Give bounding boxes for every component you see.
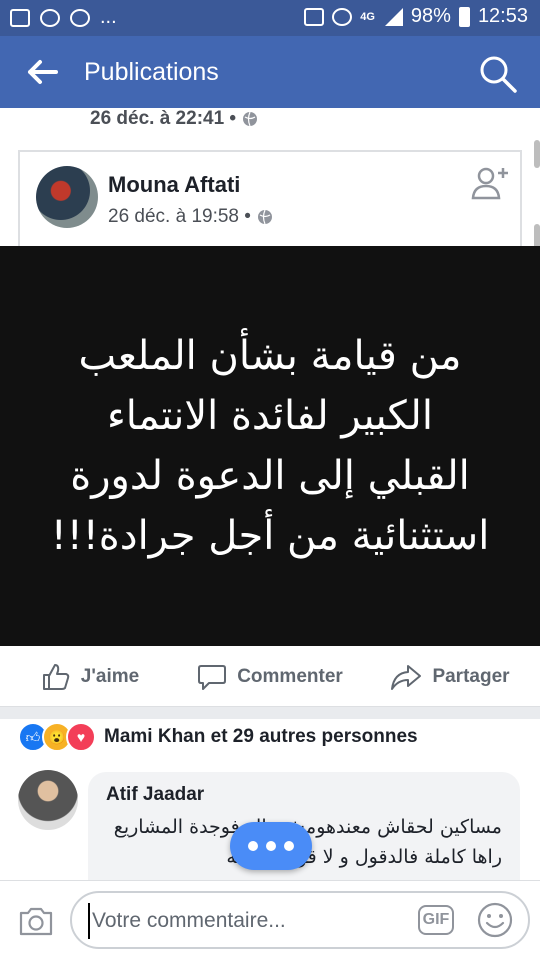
globe-icon bbox=[243, 111, 258, 127]
gif-button[interactable]: GIF bbox=[418, 905, 454, 935]
app-bar: Publications bbox=[0, 36, 540, 108]
add-friend-icon[interactable] bbox=[470, 164, 510, 204]
clock-time: 12:53 bbox=[477, 5, 528, 27]
signal-icon bbox=[383, 7, 403, 26]
camera-icon[interactable] bbox=[18, 905, 54, 937]
like-label: J'aime bbox=[80, 666, 140, 687]
author-avatar[interactable] bbox=[36, 166, 98, 228]
share-button[interactable]: Partager bbox=[360, 648, 540, 706]
previous-post-date-text: 26 déc. à 22:41 • bbox=[90, 108, 237, 129]
emoji-icon[interactable] bbox=[476, 901, 514, 939]
post-image[interactable]: من قيامة بشأن الملعب الكبير لفائدة الانت… bbox=[0, 246, 540, 646]
back-arrow-icon[interactable] bbox=[26, 58, 58, 86]
share-label: Partager bbox=[432, 666, 510, 687]
reaction-icons[interactable]: 👍︎ 😮 ♥ bbox=[18, 722, 96, 752]
section-divider bbox=[0, 707, 540, 719]
dot bbox=[284, 841, 294, 851]
globe-icon bbox=[257, 209, 272, 225]
comment-icon bbox=[198, 665, 227, 690]
sync-icon bbox=[70, 8, 90, 27]
network-type: 4G bbox=[360, 10, 375, 23]
comment-composer: GIF bbox=[0, 880, 540, 961]
scroll-indicator bbox=[534, 140, 540, 168]
comment-input[interactable] bbox=[88, 903, 404, 939]
comment-input-box: GIF bbox=[70, 891, 530, 949]
messenger-icon bbox=[40, 8, 60, 27]
post-date-text: 26 déc. à 19:58 • bbox=[108, 206, 251, 227]
dot bbox=[266, 841, 276, 851]
more-notifications: ... bbox=[100, 6, 117, 28]
battery-icon bbox=[458, 6, 470, 27]
like-button[interactable]: J'aime bbox=[0, 648, 180, 706]
comment-button[interactable]: Commenter bbox=[180, 648, 360, 706]
search-icon[interactable] bbox=[478, 54, 518, 94]
comment-label: Commenter bbox=[237, 666, 343, 687]
dot bbox=[248, 841, 258, 851]
post-card: Mouna Aftati 26 déc. à 19:58 • bbox=[18, 150, 522, 246]
reactions-summary[interactable]: Mami Khan et 29 autres personnes bbox=[104, 726, 418, 748]
gallery-icon bbox=[10, 8, 30, 27]
status-bar: ... 4G 98% 12:53 bbox=[0, 0, 540, 36]
previous-post-date: 26 déc. à 22:41 • bbox=[90, 108, 258, 130]
battery-percent: 98% bbox=[410, 5, 451, 27]
post-image-text: من قيامة بشأن الملعب الكبير لفائدة الانت… bbox=[50, 333, 490, 559]
alarm-icon bbox=[304, 7, 325, 26]
share-icon bbox=[391, 665, 422, 690]
page-title: Publications bbox=[84, 58, 219, 86]
love-reaction-icon: ♥ bbox=[66, 722, 96, 752]
post-author[interactable]: Mouna Aftati bbox=[108, 172, 240, 198]
comment-author[interactable]: Atif Jaadar bbox=[106, 784, 204, 806]
post-date: 26 déc. à 19:58 • bbox=[108, 206, 273, 228]
more-options-button[interactable] bbox=[230, 822, 312, 870]
clock-icon bbox=[332, 7, 353, 26]
commenter-avatar[interactable] bbox=[18, 770, 78, 830]
post-actions: J'aime Commenter Partager bbox=[0, 648, 540, 707]
thumbs-up-icon bbox=[42, 664, 70, 690]
